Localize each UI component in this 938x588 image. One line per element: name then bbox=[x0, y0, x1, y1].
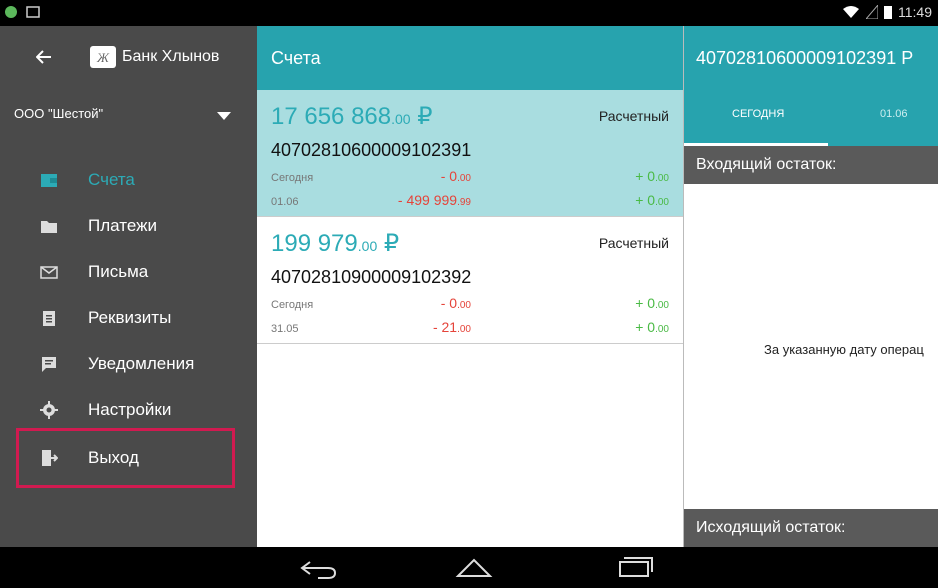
clipboard-icon bbox=[43, 311, 55, 326]
credit-cents: .00 bbox=[655, 197, 669, 208]
nav-label: Платежи bbox=[88, 216, 157, 235]
debit-value: - 0.00 bbox=[441, 295, 471, 311]
dropdown-arrow-icon bbox=[217, 112, 231, 120]
account-type: Расчетный bbox=[598, 235, 669, 251]
credit-value: + 0.00 bbox=[635, 168, 669, 184]
wifi-icon bbox=[843, 6, 859, 18]
account-number: 40702810600009102391 bbox=[271, 140, 472, 160]
detail-title: 40702810600009102391 Р bbox=[696, 47, 914, 68]
credit-cents: .00 bbox=[655, 324, 669, 335]
nav-item-notifications[interactable]: Уведомления bbox=[0, 341, 257, 387]
accounts-toolbar: Счета bbox=[257, 26, 683, 90]
currency: ₽ bbox=[383, 230, 400, 257]
gear-icon bbox=[40, 401, 58, 419]
account-card[interactable]: 17 656 868.00 ₽ Расчетный 40702810600009… bbox=[257, 90, 683, 216]
arrow-left-icon[interactable] bbox=[36, 49, 52, 65]
currency: ₽ bbox=[417, 103, 433, 130]
debit-main: - 0 bbox=[440, 168, 458, 184]
credit-value: + 0.00 bbox=[635, 295, 669, 311]
nav-item-requisites[interactable]: Реквизиты bbox=[0, 295, 257, 341]
account-card[interactable]: 199 979.00 ₽ Расчетный 40702810900009102… bbox=[257, 217, 683, 343]
home-nav-icon[interactable] bbox=[455, 556, 493, 580]
svg-text:Ж: Ж bbox=[96, 50, 110, 65]
wallet-icon bbox=[41, 174, 57, 187]
credit-main: + 0 bbox=[635, 168, 656, 184]
opening-balance-header: Входящий остаток: bbox=[684, 146, 938, 184]
recents-nav-icon[interactable] bbox=[616, 556, 654, 580]
nav-label: Письма bbox=[88, 262, 149, 281]
row-label: Сегодня bbox=[271, 172, 314, 184]
signal-icon bbox=[866, 5, 878, 19]
nav-item-letters[interactable]: Письма bbox=[0, 249, 257, 295]
credit-main: + 0 bbox=[635, 295, 656, 311]
debit-cents: .00 bbox=[457, 300, 471, 311]
tab-today[interactable]: СЕГОДНЯ bbox=[732, 108, 784, 120]
nav-label: Уведомления bbox=[88, 354, 195, 373]
divider bbox=[257, 343, 683, 344]
debit-value: - 499 999.99 bbox=[398, 192, 471, 208]
date-tabs: СЕГОДНЯ 01.06 bbox=[684, 90, 938, 146]
screenshot-icon bbox=[26, 6, 40, 18]
account-type: Расчетный bbox=[598, 108, 669, 124]
credit-cents: .00 bbox=[655, 173, 669, 184]
credit-cents: .00 bbox=[655, 300, 669, 311]
tab-date[interactable]: 01.06 bbox=[880, 108, 908, 120]
row-label: Сегодня bbox=[271, 299, 314, 311]
account-number: 40702810900009102392 bbox=[271, 267, 472, 287]
mail-icon bbox=[40, 266, 58, 279]
status-bar: 11:49 bbox=[0, 0, 938, 26]
nav-label: Реквизиты bbox=[88, 308, 172, 327]
debit-cents: .00 bbox=[457, 324, 471, 335]
credit-main: + 0 bbox=[635, 319, 656, 335]
nav-label: Счета bbox=[88, 170, 135, 189]
amount-cents: .00 bbox=[357, 238, 378, 254]
amount-cents: .00 bbox=[391, 111, 411, 127]
nav-item-accounts[interactable]: Счета bbox=[0, 157, 257, 203]
navigation-drawer: Ж Банк Хлынов ООО "Шестой" Счета Платежи… bbox=[0, 26, 257, 547]
detail-toolbar: 40702810600009102391 Р bbox=[684, 26, 938, 90]
message-icon bbox=[42, 357, 56, 372]
credit-main: + 0 bbox=[635, 192, 656, 208]
folder-icon bbox=[41, 221, 57, 233]
org-selector[interactable]: ООО "Шестой" bbox=[0, 88, 257, 138]
system-navigation-bar bbox=[0, 547, 938, 588]
credit-value: + 0.00 bbox=[635, 192, 669, 208]
debit-main: - 499 999 bbox=[397, 192, 458, 208]
nav-item-settings[interactable]: Настройки bbox=[0, 387, 257, 433]
drawer-header: Ж Банк Хлынов bbox=[0, 26, 257, 88]
account-balance: 17 656 868.00 ₽ bbox=[271, 102, 433, 131]
account-balance: 199 979.00 ₽ bbox=[271, 229, 399, 258]
nav-item-payments[interactable]: Платежи bbox=[0, 203, 257, 249]
row-label: 31.05 bbox=[271, 323, 299, 335]
opening-balance-label: Входящий остаток: bbox=[696, 156, 837, 173]
back-nav-icon[interactable] bbox=[300, 556, 338, 580]
org-name: ООО "Шестой" bbox=[14, 105, 104, 121]
closing-balance-label: Исходящий остаток: bbox=[696, 519, 846, 536]
account-detail-pane: 40702810600009102391 Р СЕГОДНЯ 01.06 Вхо… bbox=[683, 26, 938, 547]
debit-cents: .00 bbox=[457, 173, 471, 184]
app-title: Банк Хлынов bbox=[122, 48, 220, 65]
nav-label: Настройки bbox=[88, 400, 172, 419]
active-tab-indicator bbox=[684, 143, 828, 146]
closing-balance-header: Исходящий остаток: bbox=[684, 509, 938, 547]
debit-value: - 21.00 bbox=[433, 319, 471, 335]
debit-main: - 0 bbox=[440, 295, 458, 311]
amount-main: 199 979 bbox=[271, 230, 358, 257]
battery-icon bbox=[884, 6, 892, 19]
app-notification-icon bbox=[5, 6, 17, 18]
amount-main: 17 656 868 bbox=[271, 103, 392, 130]
debit-main: - 21 bbox=[432, 319, 458, 335]
debit-value: - 0.00 bbox=[441, 168, 471, 184]
status-time: 11:49 bbox=[898, 4, 932, 20]
bank-logo-icon: Ж bbox=[90, 46, 116, 68]
row-label: 01.06 bbox=[271, 196, 299, 208]
accounts-title: Счета bbox=[271, 47, 321, 68]
accounts-pane: Счета 17 656 868.00 ₽ Расчетный 40702810… bbox=[257, 26, 683, 547]
exit-highlight bbox=[16, 428, 235, 488]
empty-message: За указанную дату операц bbox=[764, 342, 924, 357]
credit-value: + 0.00 bbox=[635, 319, 669, 335]
debit-cents: .99 bbox=[457, 197, 471, 208]
